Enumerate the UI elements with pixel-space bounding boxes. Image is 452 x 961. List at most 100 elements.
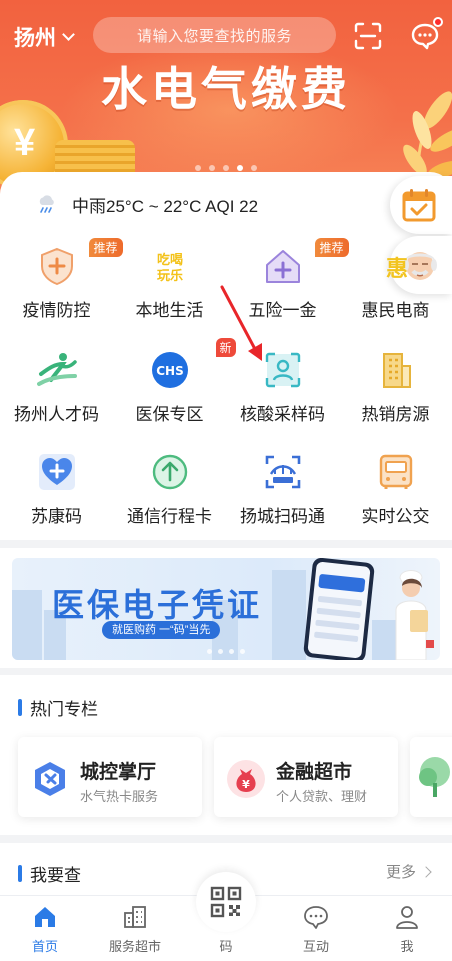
shield-plus-icon: [40, 247, 73, 286]
promo-title: 医保电子凭证: [52, 587, 263, 623]
promo-section: 医保电子凭证 就医购药 一“码”当先: [0, 548, 452, 668]
service-item-local-life[interactable]: 吃喝 玩乐 本地生活: [113, 246, 226, 321]
hot-card-subtitle: 个人贷款、理财: [276, 789, 368, 804]
phone-screen-bar: [318, 573, 366, 593]
tab-home[interactable]: 首页: [0, 904, 90, 955]
service-label: 本地生活: [135, 301, 204, 320]
tab-label: 互动: [302, 939, 329, 954]
section-title: 我要查: [18, 861, 81, 886]
chevron-down-icon: [62, 28, 75, 41]
search-placeholder: 请输入您要查找的服务: [136, 27, 292, 45]
service-item-housing[interactable]: 热销房源: [339, 350, 452, 425]
service-item-ecommerce[interactable]: 惠 惠民电商: [339, 246, 452, 321]
service-icon-wrap: 惠: [376, 246, 416, 286]
service-icon-wrap: [36, 350, 77, 390]
house-plus-icon: [265, 250, 300, 283]
promo-subtitle: 就医购药 一“码”当先: [102, 621, 221, 639]
qr-code-icon: [210, 886, 242, 918]
svg-text:¥: ¥: [242, 778, 250, 791]
service-label: 扬州人才码: [14, 405, 99, 424]
service-label: 核酸采样码: [240, 405, 325, 424]
city-name: 扬州: [14, 27, 56, 50]
hot-card-finance[interactable]: ¥ 金融超市 个人贷款、理财: [214, 737, 398, 817]
chs-icon: CHS: [151, 352, 188, 388]
banner-dot: [223, 165, 229, 171]
service-item-epidemic[interactable]: 推荐 疫情防控: [0, 238, 123, 321]
home-icon: [35, 907, 55, 927]
hot-card-title: 城控掌厅: [80, 762, 157, 783]
service-label: 热销房源: [361, 405, 430, 424]
phone-illustration: [302, 558, 376, 660]
tab-label: 码: [219, 939, 233, 954]
svg-text:吃喝: 吃喝: [156, 252, 182, 268]
search-input[interactable]: 请输入您要查找的服务: [93, 17, 336, 53]
tab-label: 服务超市: [108, 939, 161, 954]
service-item-talent-code[interactable]: 扬州人才码: [0, 350, 113, 425]
phone-screen-row: [315, 619, 360, 631]
arrow-up-circle-icon: [152, 454, 187, 490]
tab-service-market[interactable]: 服务超市: [90, 904, 180, 955]
runner-icon: [36, 353, 77, 386]
banner-pagination: [0, 165, 452, 171]
tab-interact[interactable]: 互动: [271, 904, 361, 955]
promo-dot: [218, 649, 223, 654]
notification-dot: [433, 17, 443, 27]
local-life-icon: 吃喝 玩乐: [156, 252, 182, 284]
service-icon-wrap: [376, 350, 416, 390]
scan-bridge-icon: [265, 455, 300, 489]
hot-card-partial[interactable]: [410, 737, 452, 817]
city-selector[interactable]: 扬州: [14, 22, 75, 52]
rain-icon: [39, 194, 54, 213]
promo-dot: [240, 649, 245, 654]
service-icon-wrap: 推荐: [37, 238, 123, 286]
promo-banner[interactable]: 医保电子凭证 就医购药 一“码”当先: [12, 558, 440, 660]
weather-bar[interactable]: 中雨25°C ~ 22°C AQI 22: [36, 192, 258, 217]
phone-screen: [307, 561, 371, 659]
service-icon-wrap: CHS 新: [150, 338, 236, 390]
more-label: 更多: [385, 864, 416, 881]
service-icon-wrap: [263, 452, 303, 492]
service-item-travel-card[interactable]: 通信行程卡: [113, 452, 226, 527]
service-icon-wrap: [263, 350, 303, 390]
building-icon: [382, 353, 411, 388]
face-scan-icon: [265, 352, 300, 388]
promo-dot: [229, 649, 234, 654]
phone-screen-row: [317, 595, 363, 607]
bus-icon: [379, 454, 412, 489]
weather-text: 中雨25°C ~ 22°C AQI 22: [72, 197, 259, 216]
service-item-city-scan[interactable]: 扬城扫码通: [226, 452, 339, 527]
service-icon-wrap: 吃喝 玩乐: [150, 246, 190, 286]
banner-title: 水电气缴费: [101, 63, 351, 115]
calendar-shortcut[interactable]: [390, 176, 452, 234]
svg-text:玩乐: 玩乐: [156, 268, 182, 284]
hot-card-city-control[interactable]: 城控掌厅 水气热卡服务: [18, 737, 202, 817]
banner-dot: [195, 165, 201, 171]
tab-code[interactable]: [196, 872, 256, 932]
heart-plus-icon: [38, 454, 75, 490]
chat-icon: [304, 906, 328, 929]
service-item-bus[interactable]: 实时公交: [339, 452, 452, 527]
banner-dot: [209, 165, 215, 171]
phone-screen-row: [313, 631, 359, 643]
banner-dot: [237, 165, 243, 171]
more-link[interactable]: 更多: [385, 861, 432, 882]
service-label: 惠民电商: [361, 301, 430, 320]
annotation-arrow-icon: [220, 285, 262, 361]
ecommerce-icon: 惠: [386, 257, 408, 282]
service-icon-wrap: [376, 452, 416, 492]
tab-me[interactable]: 我: [362, 904, 452, 955]
buildings-icon: [124, 906, 146, 928]
calendar-icon: [402, 189, 436, 222]
user-icon: [396, 906, 418, 929]
service-icon-wrap: [37, 452, 77, 492]
svg-text:惠: 惠: [386, 257, 408, 282]
service-item-medical-insurance[interactable]: CHS 新 医保专区: [113, 338, 236, 425]
promo-dot: [207, 649, 212, 654]
service-item-sukang-code[interactable]: 苏康码: [0, 452, 113, 527]
service-label: 通信行程卡: [127, 507, 212, 526]
scan-icon[interactable]: [354, 22, 382, 50]
hot-columns-section: 热门专栏 城控掌厅 水气热卡服务 ¥ 金融超市 个人贷款、理财: [0, 675, 452, 835]
banner-dot: [251, 165, 257, 171]
tab-label: 我: [400, 939, 414, 954]
service-label: 实时公交: [361, 507, 430, 526]
